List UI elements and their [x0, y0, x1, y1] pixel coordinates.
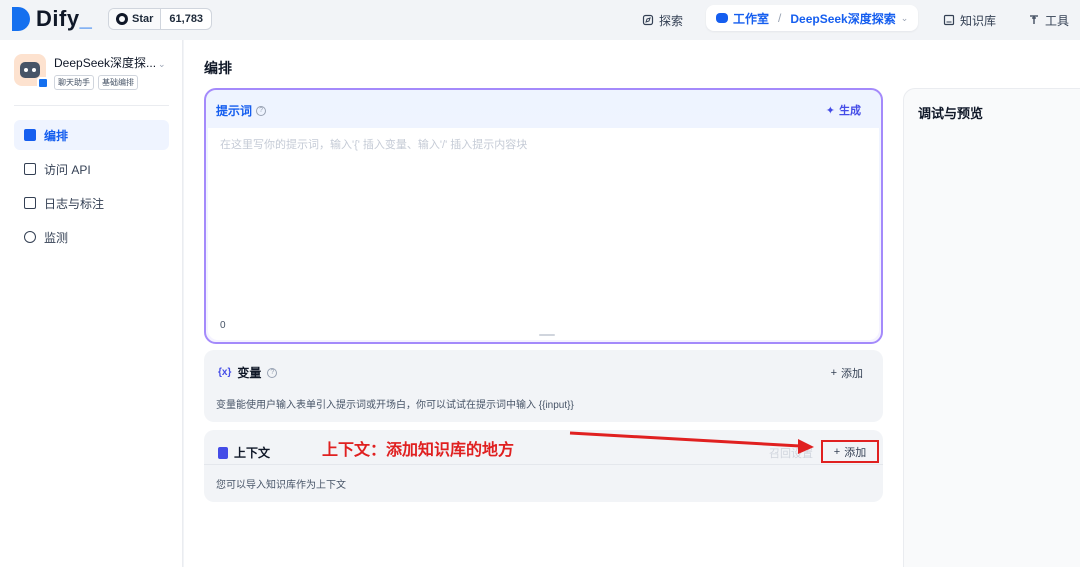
sidebar-menu: 编排 访问 API 日志与标注 监测	[14, 120, 169, 256]
app-info[interactable]: DeepSeek深度探... ⌄ 聊天助手 基础编排	[14, 54, 166, 90]
current-app-switcher[interactable]: DeepSeek深度探索	[790, 10, 895, 27]
variables-description: 变量能使用户输入表单引入提示词或开场白，你可以试试在提示词中输入 {{input…	[216, 400, 574, 411]
sidebar-item-logs[interactable]: 日志与标注	[14, 188, 169, 218]
chat-badge-icon	[37, 77, 49, 89]
github-star-label: Star	[132, 13, 154, 25]
book-icon	[943, 14, 955, 26]
github-star-button[interactable]: Star 61,783	[108, 8, 213, 30]
page-title: 编排	[204, 60, 232, 76]
resize-handle[interactable]	[539, 334, 555, 336]
tools-icon	[1030, 15, 1038, 24]
github-star-count: 61,783	[169, 13, 204, 25]
context-description: 您可以导入知识库作为上下文	[216, 480, 346, 491]
add-context-button[interactable]: + 添加	[821, 440, 879, 463]
terminal-icon	[24, 163, 36, 175]
context-title: 上下文	[234, 446, 271, 460]
dify-logo[interactable]: Dify_	[12, 6, 92, 32]
variable-icon: {x}	[218, 367, 232, 378]
app-avatar	[14, 54, 49, 89]
app-name: DeepSeek深度探...	[54, 56, 157, 70]
robot-face-icon	[20, 62, 40, 78]
prompt-editor-card: 提示词 ? ✦ 生成 在这里写你的提示词，输入'{' 插入变量、输入'/' 插入…	[204, 88, 883, 344]
plus-icon: +	[830, 367, 837, 379]
dify-logo-icon	[12, 7, 30, 31]
help-icon[interactable]: ?	[267, 367, 278, 378]
app-sidebar: DeepSeek深度探... ⌄ 聊天助手 基础编排 编排 访问 API 日志与标…	[0, 40, 183, 567]
divider	[204, 464, 883, 465]
top-bar: Dify_ Star 61,783 探索 工作室 / DeepSeek深度探索 …	[0, 0, 1080, 40]
annotation-text: 上下文：添加知识库的地方	[322, 442, 515, 459]
help-icon[interactable]: ?	[256, 105, 267, 116]
divider	[14, 105, 169, 106]
debug-preview-panel: 调试与预览	[903, 88, 1080, 567]
app-mode-tag: 基础编排	[98, 75, 138, 90]
chevron-down-icon: ⌄	[158, 59, 166, 69]
variables-card: {x} 变量 ? + 添加 变量能使用户输入表单引入提示词或开场白，你可以试试在…	[204, 350, 883, 422]
nav-knowledge[interactable]: 知识库	[943, 8, 996, 32]
compass-icon	[642, 14, 654, 26]
sparkle-icon: ✦	[825, 104, 835, 117]
robot-icon	[716, 13, 728, 23]
nav-explore[interactable]: 探索	[642, 8, 683, 32]
char-count: 0	[220, 320, 226, 331]
sidebar-item-orchestrate[interactable]: 编排	[14, 120, 169, 150]
chevron-down-icon: ⌄	[900, 12, 909, 23]
generate-button[interactable]: ✦ 生成	[826, 102, 861, 118]
gauge-icon	[24, 231, 36, 243]
layout-icon	[24, 129, 36, 141]
variables-title: 变量	[237, 366, 262, 380]
add-variable-button[interactable]: + 添加	[831, 365, 863, 381]
app-type-tag: 聊天助手	[54, 75, 94, 90]
sidebar-item-monitoring[interactable]: 监测	[14, 222, 169, 252]
prompt-input[interactable]: 在这里写你的提示词，输入'{' 插入变量、输入'/' 插入提示内容块 0	[208, 128, 879, 340]
document-icon	[218, 446, 228, 459]
logs-icon	[24, 197, 36, 209]
debug-preview-title: 调试与预览	[918, 106, 984, 121]
prompt-title: 提示词	[216, 104, 253, 118]
sidebar-item-api[interactable]: 访问 API	[14, 154, 169, 184]
plus-icon: +	[833, 445, 841, 458]
github-icon	[116, 13, 128, 25]
prompt-placeholder: 在这里写你的提示词，输入'{' 插入变量、输入'/' 插入提示内容块	[220, 139, 528, 151]
nav-studio[interactable]: 工作室 / DeepSeek深度探索 ⌄	[706, 5, 919, 31]
nav-tools[interactable]: 工具	[1028, 8, 1069, 32]
annotation-arrow-icon	[569, 431, 814, 454]
